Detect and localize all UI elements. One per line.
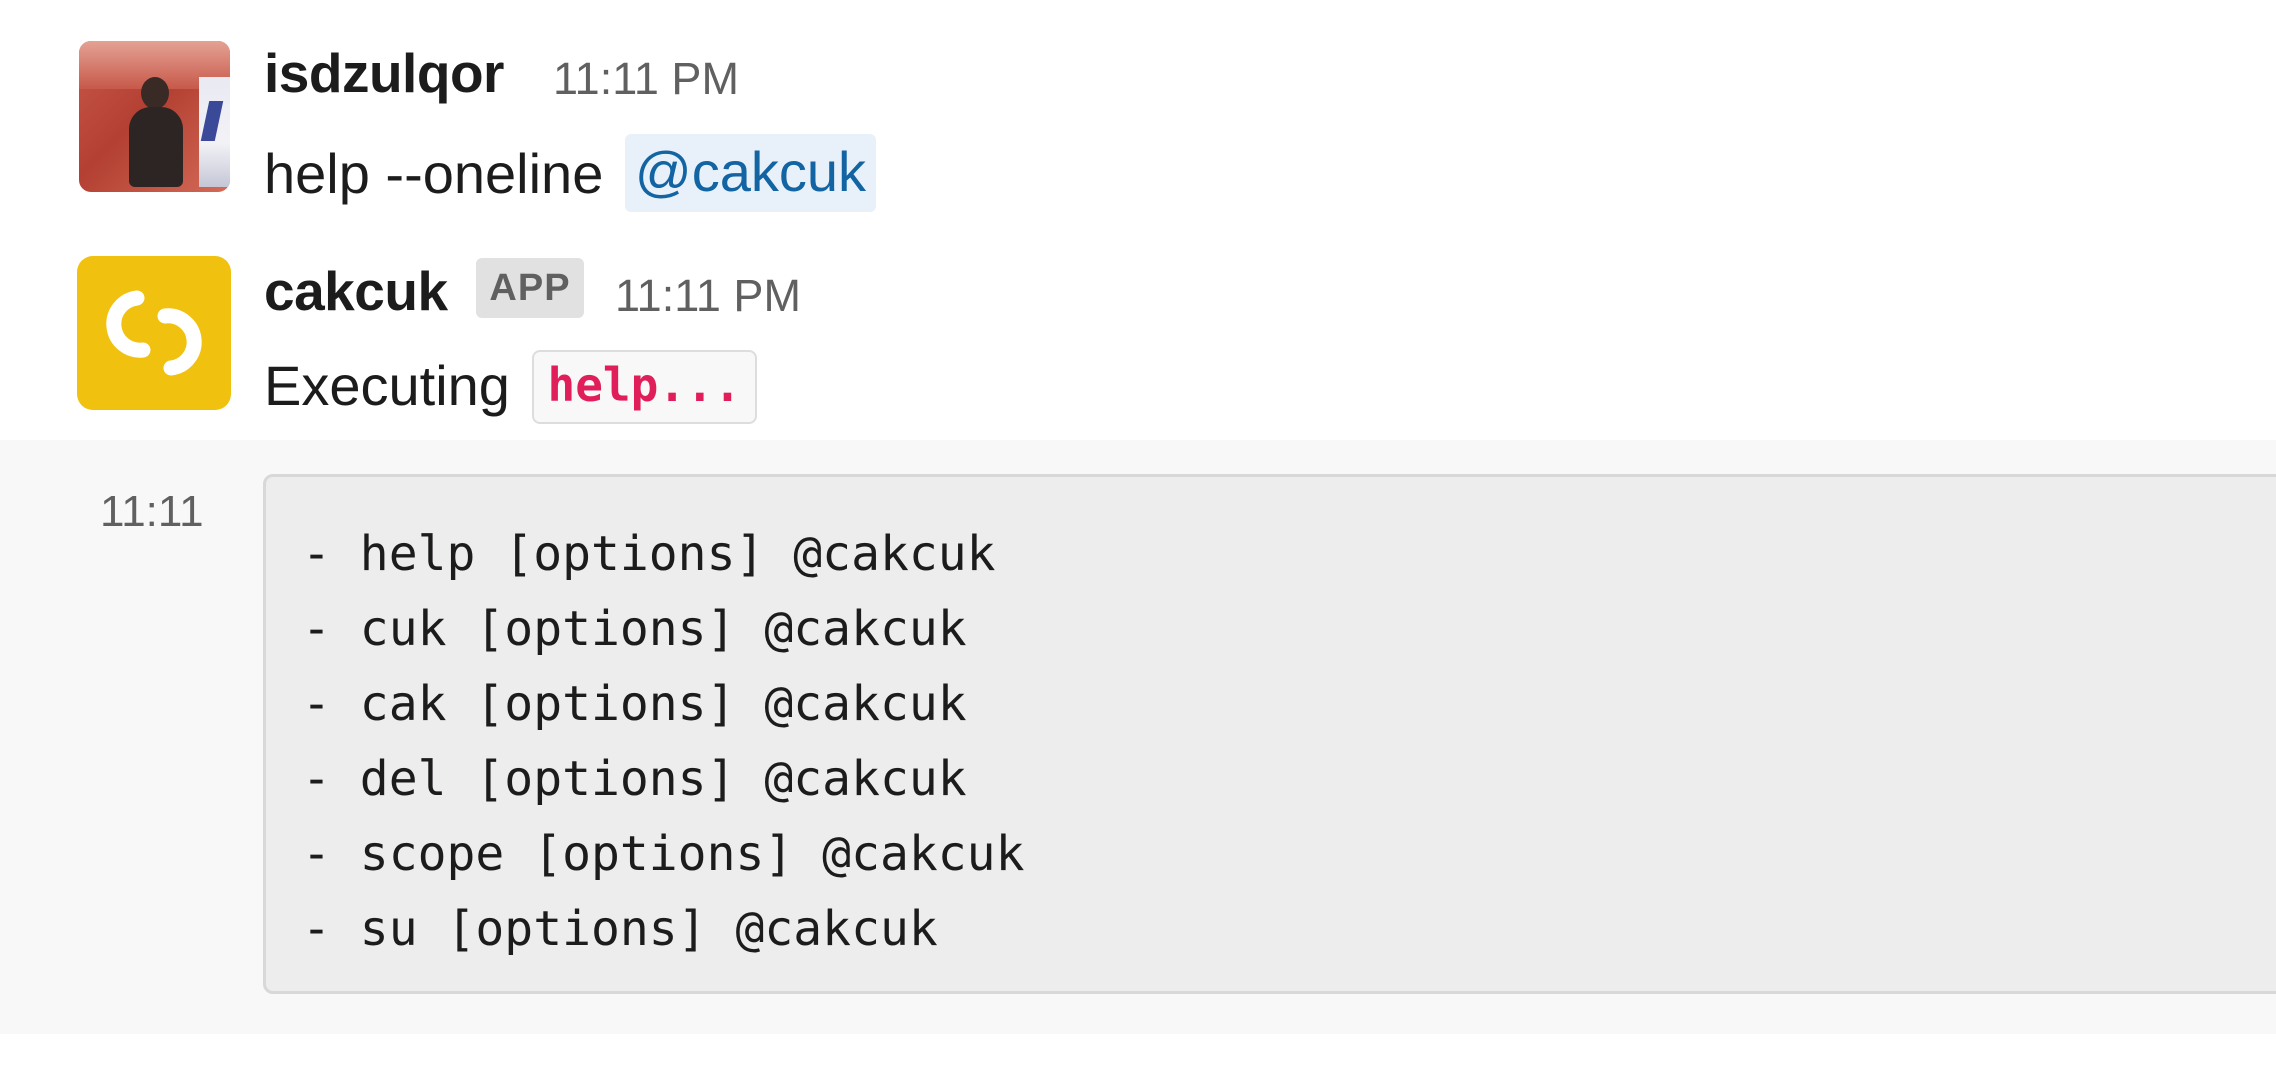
author-name[interactable]: cakcuk bbox=[264, 264, 448, 319]
app-badge: APP bbox=[476, 258, 584, 318]
code-line: - cuk [options] @cakcuk bbox=[302, 601, 967, 657]
avatar-photo-body bbox=[129, 107, 183, 187]
user-avatar[interactable] bbox=[79, 41, 230, 192]
message-text-content: Executing bbox=[264, 354, 510, 417]
code-lines: - help [options] @cakcuk - cuk [options]… bbox=[302, 517, 1024, 967]
message-text: Executing help... bbox=[264, 350, 758, 428]
message-timestamp[interactable]: 11:11 PM bbox=[553, 56, 739, 101]
user-mention[interactable]: @cakcuk bbox=[624, 134, 877, 212]
code-line: - scope [options] @cakcuk bbox=[302, 826, 1025, 882]
code-line: - cak [options] @cakcuk bbox=[302, 676, 967, 732]
bot-avatar[interactable] bbox=[77, 256, 231, 410]
chain-link-icon bbox=[106, 290, 202, 376]
avatar-photo-head bbox=[141, 77, 169, 109]
message-timestamp[interactable]: 11:11 PM bbox=[615, 273, 801, 318]
message-continuation: 11:11 - help [options] @cakcuk - cuk [op… bbox=[0, 440, 2276, 1034]
message-timestamp-short[interactable]: 11:11 bbox=[100, 490, 204, 534]
code-line: - del [options] @cakcuk bbox=[302, 751, 967, 807]
message-text-content: help --oneline bbox=[264, 142, 604, 205]
code-line: - help [options] @cakcuk bbox=[302, 526, 996, 582]
code-line: - su [options] @cakcuk bbox=[302, 901, 938, 957]
inline-code: help... bbox=[531, 350, 758, 424]
author-name[interactable]: isdzulqor bbox=[264, 46, 504, 101]
code-block: - help [options] @cakcuk - cuk [options]… bbox=[263, 474, 2276, 994]
message-isdzulqor: isdzulqor 11:11 PM help --oneline @cakcu… bbox=[0, 0, 2276, 228]
message-text: help --oneline @cakcuk bbox=[264, 134, 877, 214]
